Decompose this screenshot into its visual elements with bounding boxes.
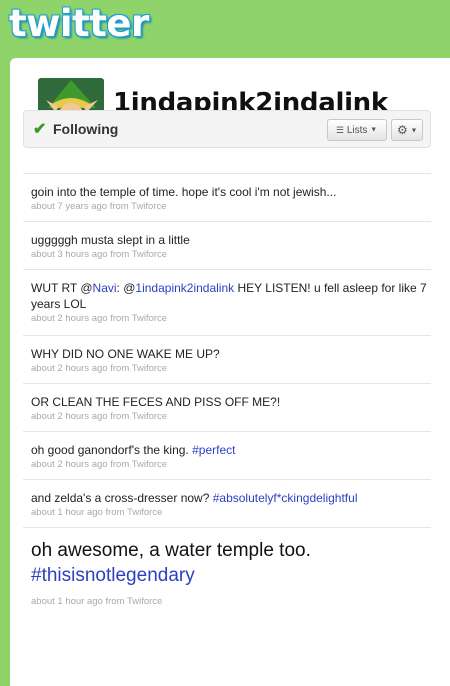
lists-button[interactable]: ☰ Lists ▼ <box>327 119 387 141</box>
tweet-link[interactable]: 1indapink2indalink <box>135 281 234 295</box>
tweet-text-segment: oh good ganondorf's the king. <box>31 443 193 457</box>
tweet-text: OR CLEAN THE FECES AND PISS OFF ME?! <box>31 394 431 410</box>
following-status[interactable]: Following <box>53 121 118 137</box>
caret-down-icon: ▼ <box>370 126 378 134</box>
list-icon: ☰ <box>336 125 345 135</box>
tweet-link[interactable]: #perfect <box>192 443 235 457</box>
tweet-timeline: goin into the temple of time. hope it's … <box>23 173 431 617</box>
tweet-text-segment: OR CLEAN THE FECES AND PISS OFF ME?! <box>31 395 281 409</box>
tweet-text-segment: oh awesome, a water temple too. <box>31 540 311 561</box>
tweet-meta[interactable]: about 2 hours ago from Twiforce <box>31 459 431 470</box>
tweet-text-segment: and zelda's a cross-dresser now? <box>31 491 213 505</box>
tweet-meta[interactable]: about 2 hours ago from Twiforce <box>31 411 431 422</box>
tweet-link[interactable]: #absolutelyf*ckingdelightful <box>213 491 358 505</box>
tweet-item[interactable]: WUT RT @Navi: @1indapink2indalink HEY LI… <box>23 269 431 335</box>
tweet-item[interactable]: WHY DID NO ONE WAKE ME UP? about 2 hours … <box>23 335 431 383</box>
tweet-text: and zelda's a cross-dresser now? #absolu… <box>31 490 431 506</box>
tweet-meta[interactable]: about 1 hour ago from Twiforce <box>31 596 431 607</box>
tweet-meta[interactable]: about 1 hour ago from Twiforce <box>31 507 431 518</box>
tweet-meta[interactable]: about 2 hours ago from Twiforce <box>31 313 431 324</box>
tweet-text-segment: WUT RT @ <box>31 281 93 295</box>
tweet-text: ugggggh musta slept in a little <box>31 232 431 248</box>
tweet-link[interactable]: #thisisnotlegendary <box>31 565 195 586</box>
twitter-logo[interactable]: twitter <box>9 2 149 46</box>
tweet-item[interactable]: oh good ganondorf's the king. #perfect ab… <box>23 431 431 479</box>
tweet-meta[interactable]: about 3 hours ago from Twiforce <box>31 249 431 260</box>
tweet-text: WHY DID NO ONE WAKE ME UP? <box>31 346 431 362</box>
tweet-item[interactable]: oh awesome, a water temple too. #thisisn… <box>23 527 431 617</box>
caret-down-icon: ▼ <box>410 127 418 135</box>
tweet-text-segment: goin into the temple of time. hope it's … <box>31 185 337 199</box>
tweet-text: oh awesome, a water temple too. #thisisn… <box>31 538 431 588</box>
tweet-text: oh good ganondorf's the king. #perfect <box>31 442 431 458</box>
tweet-meta[interactable]: about 2 hours ago from Twiforce <box>31 363 431 374</box>
tweet-item[interactable]: ugggggh musta slept in a little about 3 h… <box>23 221 431 269</box>
tweet-link[interactable]: Navi <box>93 281 117 295</box>
tweet-item[interactable]: goin into the temple of time. hope it's … <box>23 173 431 221</box>
follow-status-bar: ✔ Following ☰ Lists ▼ ⚙ ▼ <box>23 110 431 148</box>
tweet-text-segment: WHY DID NO ONE WAKE ME UP? <box>31 347 220 361</box>
tweet-meta[interactable]: about 7 years ago from Twiforce <box>31 201 431 212</box>
tweet-item[interactable]: and zelda's a cross-dresser now? #absolu… <box>23 479 431 527</box>
tweet-text-segment: : @ <box>116 281 136 295</box>
gear-menu-button[interactable]: ⚙ ▼ <box>391 119 423 141</box>
tweet-item[interactable]: OR CLEAN THE FECES AND PISS OFF ME?! abou… <box>23 383 431 431</box>
checkmark-icon: ✔ <box>33 121 47 138</box>
lists-button-label: Lists <box>346 125 368 136</box>
tweet-text-segment: ugggggh musta slept in a little <box>31 233 190 247</box>
tweet-text: goin into the temple of time. hope it's … <box>31 184 431 200</box>
gear-icon: ⚙ <box>397 123 408 137</box>
tweet-text: WUT RT @Navi: @1indapink2indalink HEY LI… <box>31 280 431 312</box>
